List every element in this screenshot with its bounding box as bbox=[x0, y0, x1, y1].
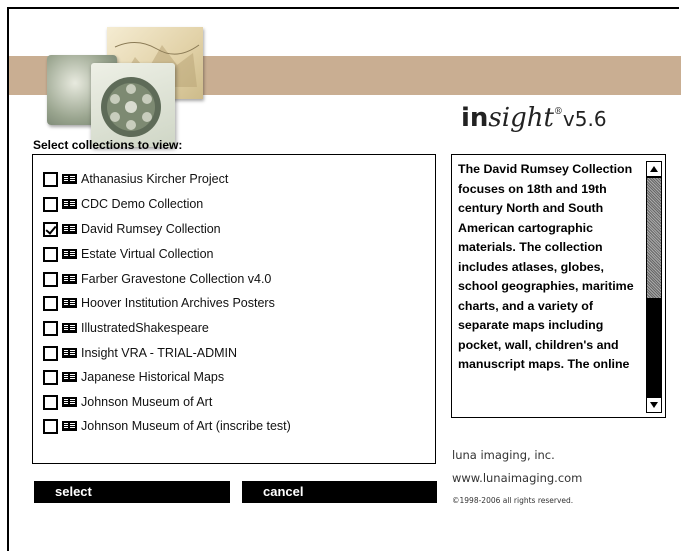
checkbox[interactable] bbox=[43, 196, 58, 212]
scroll-down-arrow-icon[interactable] bbox=[646, 397, 662, 413]
checkbox[interactable] bbox=[43, 345, 58, 361]
cancel-button[interactable]: cancel bbox=[242, 481, 437, 503]
list-item[interactable]: Estate Virtual Collection bbox=[43, 244, 213, 264]
collection-icon bbox=[62, 348, 77, 358]
volvelle-thumbnail bbox=[91, 63, 175, 147]
company-url[interactable]: www.lunaimaging.com bbox=[452, 471, 582, 485]
list-item[interactable]: David Rumsey Collection bbox=[43, 219, 221, 239]
collection-icon bbox=[62, 249, 77, 259]
logo-italic-text: sight bbox=[488, 103, 554, 133]
collections-list[interactable]: Athanasius Kircher Project CDC Demo Coll… bbox=[32, 154, 436, 464]
logo-version: v5.6 bbox=[562, 107, 607, 131]
insight-logo: insight®v5.6 bbox=[461, 103, 607, 133]
checkbox[interactable] bbox=[43, 221, 58, 237]
collection-thumbnails bbox=[39, 27, 203, 147]
collection-label: CDC Demo Collection bbox=[81, 197, 204, 211]
checkbox[interactable] bbox=[43, 246, 58, 262]
collection-icon bbox=[62, 224, 77, 234]
collection-icon bbox=[62, 397, 77, 407]
collection-label: Johnson Museum of Art (inscribe test) bbox=[81, 419, 291, 433]
list-item[interactable]: Farber Gravestone Collection v4.0 bbox=[43, 269, 271, 289]
list-item[interactable]: Johnson Museum of Art (inscribe test) bbox=[43, 416, 291, 436]
collection-icon bbox=[62, 372, 77, 382]
description-panel[interactable]: The David Rumsey Collection focuses on 1… bbox=[451, 154, 666, 418]
collection-icon bbox=[62, 323, 77, 333]
scroll-thumb[interactable] bbox=[647, 178, 661, 298]
collection-label: Hoover Institution Archives Posters bbox=[81, 296, 275, 310]
collection-label: Japanese Historical Maps bbox=[81, 370, 225, 384]
list-item[interactable]: Athanasius Kircher Project bbox=[43, 169, 228, 189]
list-item[interactable]: Japanese Historical Maps bbox=[43, 367, 224, 387]
collection-label: David Rumsey Collection bbox=[81, 222, 221, 236]
collections-heading: Select collections to view: bbox=[33, 138, 183, 152]
collection-icon bbox=[62, 174, 77, 184]
collection-icon bbox=[62, 274, 77, 284]
list-item[interactable]: IllustratedShakespeare bbox=[43, 318, 209, 338]
collection-label: Farber Gravestone Collection v4.0 bbox=[81, 272, 272, 286]
checkbox[interactable] bbox=[43, 271, 58, 287]
description-scrollbar[interactable] bbox=[646, 161, 662, 413]
registered-mark: ® bbox=[553, 107, 563, 117]
logo-bold-text: in bbox=[461, 103, 489, 133]
collection-label: Estate Virtual Collection bbox=[81, 247, 214, 261]
checkbox[interactable] bbox=[43, 320, 58, 336]
checkbox[interactable] bbox=[43, 295, 58, 311]
select-button[interactable]: select bbox=[34, 481, 230, 503]
collection-label: Johnson Museum of Art bbox=[81, 395, 213, 409]
collection-icon bbox=[62, 199, 77, 209]
company-name: luna imaging, inc. bbox=[452, 448, 555, 462]
list-item[interactable]: Insight VRA - TRIAL-ADMIN bbox=[43, 343, 237, 363]
list-item[interactable]: Johnson Museum of Art bbox=[43, 392, 212, 412]
collection-icon bbox=[62, 421, 77, 431]
checkbox[interactable] bbox=[43, 418, 58, 434]
collection-icon bbox=[62, 298, 77, 308]
scroll-up-arrow-icon[interactable] bbox=[646, 161, 662, 177]
checkbox[interactable] bbox=[43, 171, 58, 187]
list-item[interactable]: Hoover Institution Archives Posters bbox=[43, 293, 275, 313]
collection-label: Athanasius Kircher Project bbox=[81, 172, 229, 186]
list-item[interactable]: CDC Demo Collection bbox=[43, 194, 203, 214]
checkbox[interactable] bbox=[43, 369, 58, 385]
collection-description: The David Rumsey Collection focuses on 1… bbox=[458, 162, 634, 371]
collection-label: IllustratedShakespeare bbox=[81, 321, 209, 335]
checkbox[interactable] bbox=[43, 394, 58, 410]
collection-label: Insight VRA - TRIAL-ADMIN bbox=[81, 346, 238, 360]
copyright-notice: ©1998-2006 all rights reserved. bbox=[452, 496, 574, 505]
